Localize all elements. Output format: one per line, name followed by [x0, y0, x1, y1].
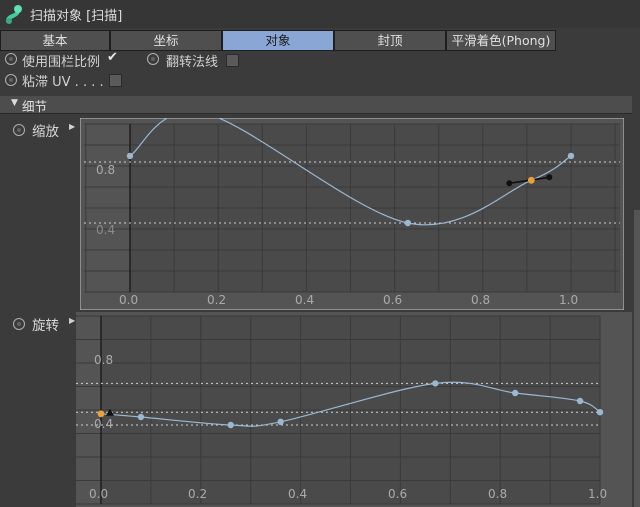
scale-x-tick: 0.4: [295, 293, 314, 307]
use-rail-scale-label: 使用围栏比例: [22, 55, 101, 70]
flip-normals-checkbox[interactable]: [226, 54, 239, 67]
scale-label: 缩放: [32, 124, 59, 140]
rot-control-point[interactable]: [227, 421, 234, 429]
tab-caps[interactable]: 封顶: [334, 30, 446, 51]
scale-x-tick: 0.6: [383, 293, 402, 307]
collapse-arrow-icon: ▼: [11, 98, 18, 108]
rotation-spline-editor[interactable]: 0.8 0.4 0.0 0.2 0.4 0.6 0.8 1.0: [76, 312, 632, 507]
stick-uv-animate-radio[interactable]: [5, 74, 17, 86]
tab-basic[interactable]: 基本: [0, 30, 110, 51]
rotation-y-tick: 0.4: [94, 417, 113, 431]
scale-y-tick: 0.8: [96, 163, 115, 177]
rotation-y-tick: 0.8: [94, 353, 113, 367]
rotation-x-tick: 0.6: [388, 487, 407, 501]
rotation-grid: [76, 315, 601, 505]
scale-selected-point[interactable]: [527, 176, 535, 184]
details-section-label: 细节: [22, 99, 48, 114]
scrollbar[interactable]: [634, 210, 640, 507]
scale-control-point[interactable]: [404, 219, 412, 227]
window-title: 扫描对象 [扫描]: [30, 9, 123, 24]
rotation-x-tick: 0.0: [89, 487, 108, 501]
rotation-expand-icon[interactable]: ▶: [69, 316, 75, 325]
tab-coordinates[interactable]: 坐标: [110, 30, 222, 51]
scale-control-point[interactable]: [126, 152, 134, 160]
rot-control-point[interactable]: [137, 413, 145, 421]
scale-grid: [84, 123, 620, 293]
stick-uv-label: 粘滞 UV . . . . .: [22, 75, 112, 90]
scale-tangent-knob[interactable]: [546, 174, 553, 181]
use-rail-scale-checkbox[interactable]: ✔: [107, 50, 118, 65]
use-rail-scale-animate-radio[interactable]: [5, 53, 17, 65]
rotation-animate-radio[interactable]: [13, 318, 25, 330]
details-section-header[interactable]: ▼ 细节: [0, 96, 632, 114]
tab-object[interactable]: 对象: [222, 30, 334, 51]
tab-phong[interactable]: 平滑着色(Phong): [446, 30, 556, 51]
scale-y-tick: 0.4: [96, 223, 115, 237]
scale-x-tick: 0.0: [119, 293, 138, 307]
flip-normals-label: 翻转法线: [166, 55, 219, 70]
scale-x-tick: 0.8: [471, 293, 490, 307]
scale-tangent-knob[interactable]: [506, 180, 513, 187]
rot-control-point[interactable]: [576, 397, 584, 405]
rot-control-point[interactable]: [432, 380, 439, 387]
sweep-object-icon: [6, 5, 22, 24]
scale-x-tick: 0.2: [207, 293, 226, 307]
scale-x-tick: 1.0: [559, 293, 578, 307]
scale-control-point[interactable]: [567, 152, 575, 160]
stick-uv-checkbox[interactable]: [109, 74, 122, 87]
rotation-x-tick: 0.4: [288, 487, 307, 501]
rotation-x-tick: 0.2: [188, 487, 207, 501]
tab-bar: 基本 坐标 对象 封顶 平滑着色(Phong): [0, 30, 556, 51]
rot-control-point[interactable]: [596, 409, 604, 416]
rot-control-point[interactable]: [277, 418, 284, 425]
rot-control-point[interactable]: [511, 389, 519, 397]
scale-expand-icon[interactable]: ▶: [69, 122, 75, 131]
rotation-label: 旋转: [32, 318, 59, 334]
flip-normals-animate-radio[interactable]: [147, 53, 159, 65]
scale-spline-editor[interactable]: 0.8 0.4 0.0 0.2 0.4 0.6 0.8 1.0: [80, 118, 624, 310]
rotation-x-tick: 1.0: [588, 487, 607, 501]
rotation-x-tick: 0.8: [488, 487, 507, 501]
scale-animate-radio[interactable]: [13, 124, 25, 136]
title-bar: 扫描对象 [扫描]: [0, 0, 640, 28]
rotation-selected-point[interactable]: [97, 410, 105, 418]
